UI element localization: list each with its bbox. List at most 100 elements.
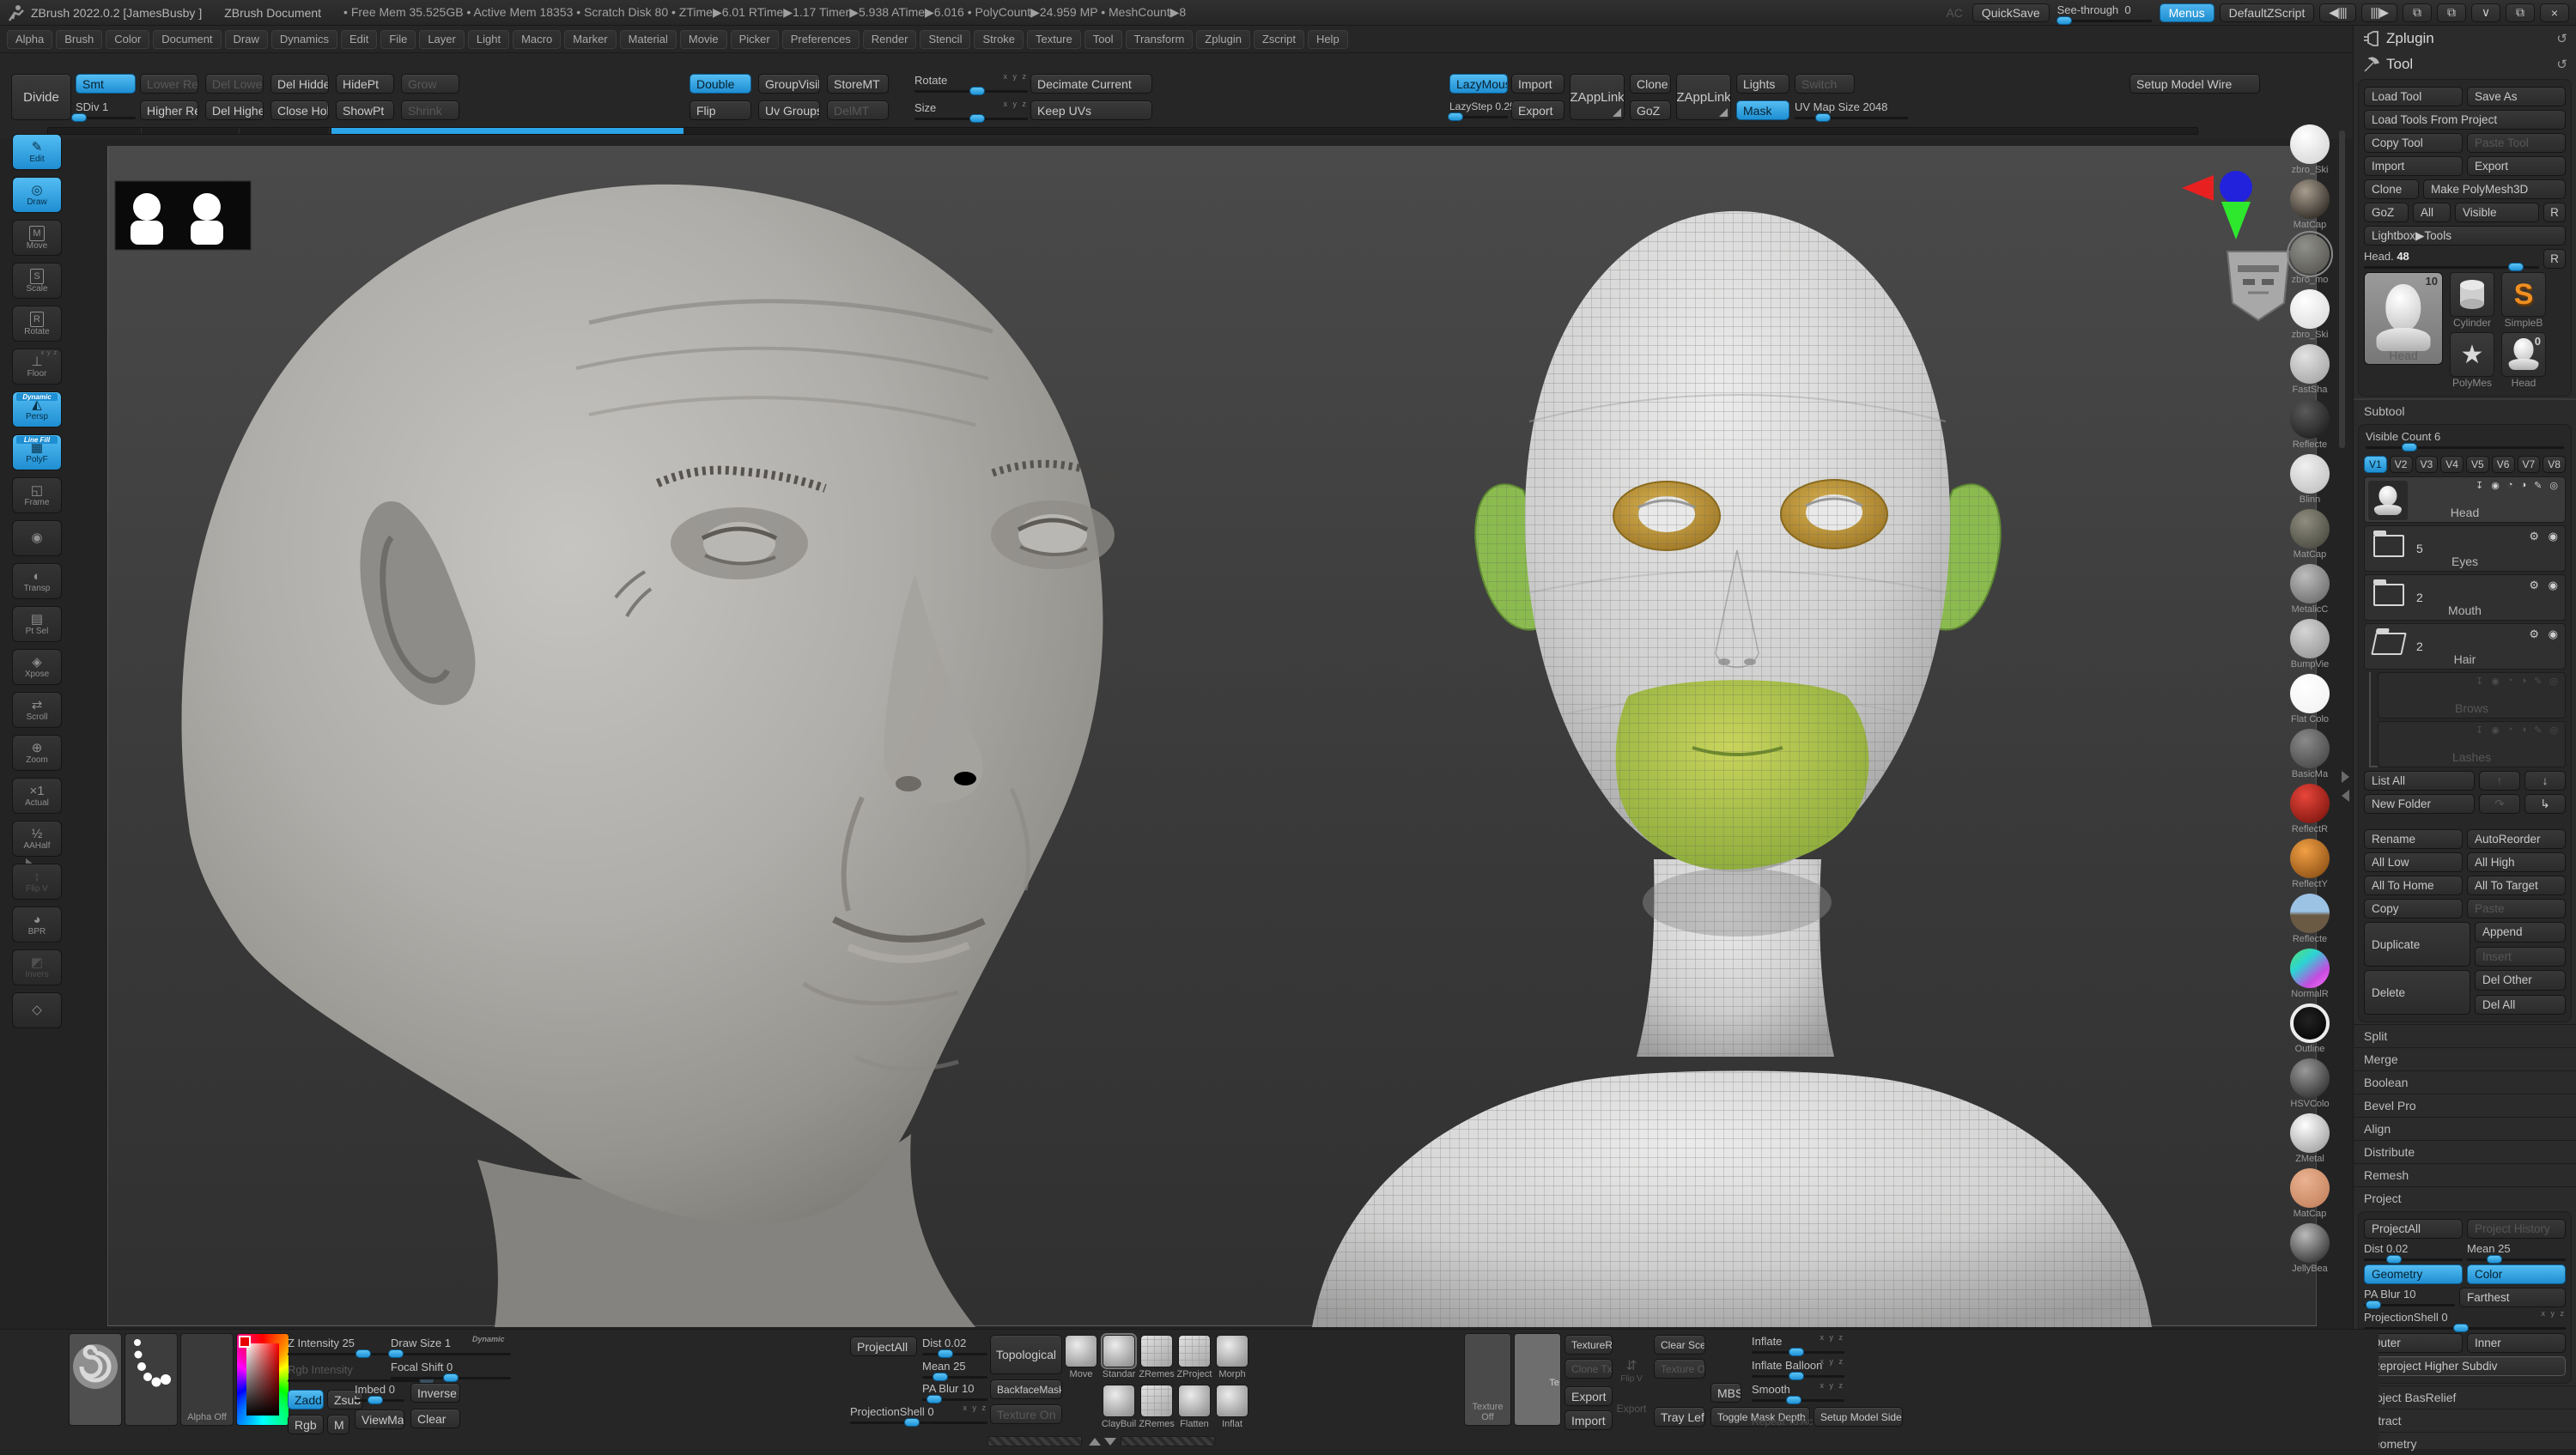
goz-all-button[interactable]: All [2413, 203, 2451, 222]
texture-on-dim-button[interactable]: Texture On [1654, 1359, 1705, 1379]
right-tray-open-arrow[interactable] [2342, 771, 2349, 783]
flip-v-icon[interactable]: ⇵ Flip V Export [1614, 1357, 1649, 1415]
dock-bpr-button[interactable]: ◕ BPR [12, 906, 62, 943]
smt-button[interactable]: Smt [76, 74, 136, 94]
append-button[interactable]: Append [2475, 922, 2566, 943]
material-swatch[interactable]: ReflectY [2284, 839, 2336, 889]
visibility-set-button[interactable]: V4 [2440, 456, 2464, 473]
gizmo-x-axis[interactable] [2182, 175, 2214, 201]
visible-count-slider[interactable]: Visible Count 6 [2366, 430, 2564, 452]
zapplink-button[interactable]: ZAppLink [1570, 74, 1625, 120]
menu-item[interactable]: Draw [224, 29, 268, 49]
dock-invers-button[interactable]: ◩ Invers [12, 949, 62, 985]
clear-scene-button[interactable]: Clear Scene [1654, 1335, 1705, 1355]
right-tray-close-arrow[interactable] [2342, 790, 2349, 802]
projectall-button[interactable]: ProjectAll [850, 1337, 917, 1356]
viewport[interactable] [108, 147, 2318, 1327]
project-section-header[interactable]: Project [2354, 1186, 2576, 1209]
toolbar-button[interactable]: Keep UVs [1030, 100, 1152, 120]
quick-brush[interactable]: ZRemes [1139, 1385, 1175, 1433]
panel-section-header[interactable]: Boolean [2354, 1070, 2576, 1094]
rgb-intensity-slider[interactable]: Rgb Intensity [288, 1363, 434, 1385]
reproject-higher-subdiv-button[interactable]: Reproject Higher Subdiv [2364, 1356, 2566, 1376]
polypaint-icon[interactable]: ◉ [2491, 480, 2500, 491]
load-tool-button[interactable]: Load Tool [2364, 87, 2463, 106]
gizmo-z-axis[interactable] [2220, 171, 2252, 203]
restore-button[interactable]: ⧉ [2506, 3, 2535, 22]
toolbar-button[interactable]: Uv Groups [758, 100, 820, 120]
material-swatch[interactable]: zbro_mo [2284, 231, 2336, 285]
dock-actual-button[interactable]: ×1 Actual [12, 778, 62, 814]
visibility-set-button[interactable]: V5 [2466, 456, 2489, 473]
material-swatch[interactable]: Flat Colo [2284, 674, 2336, 724]
visibility-set-button[interactable]: V2 [2389, 456, 2413, 473]
menu-item[interactable]: Tool [1084, 29, 1122, 49]
clear-button[interactable]: Clear [410, 1409, 460, 1428]
right-wireframe-head[interactable] [1302, 207, 2160, 1327]
inverse-button[interactable]: Inverse [410, 1383, 460, 1403]
material-swatch[interactable]: Reflecte [2284, 399, 2336, 450]
subtool-action-button[interactable]: All Low [2364, 852, 2463, 872]
toolbar-button[interactable]: Decimate Current [1030, 74, 1152, 94]
panel-section-header[interactable]: Align [2354, 1117, 2576, 1140]
zapplink-button-2[interactable]: ZAppLink [1676, 74, 1731, 120]
menu-item[interactable]: Texture [1027, 29, 1081, 49]
sv-square[interactable] [246, 1343, 279, 1416]
orientation-gizmo[interactable] [2182, 171, 2252, 239]
active-tool-thumbnail[interactable]: 10 Head [2364, 272, 2443, 365]
dock-xpose-button[interactable]: ◈ Xpose [12, 649, 62, 685]
lightbox-tools-button[interactable]: Lightbox▶Tools [2364, 226, 2566, 246]
toolbar-button[interactable]: DelMT [827, 100, 889, 120]
toolbar-button[interactable]: Higher Res [140, 100, 198, 120]
setup-model-wire-button[interactable]: Setup Model Wire [2129, 74, 2260, 94]
dock-transp-button[interactable]: ◐ Transp [12, 563, 62, 599]
toolbar-button[interactable]: Mask [1736, 100, 1789, 120]
left-sculpt-head[interactable] [181, 184, 1120, 1327]
tray-left-button[interactable]: Tray Left [1654, 1407, 1705, 1427]
toolbar-button[interactable]: Double [690, 74, 751, 94]
zadd-button[interactable]: Zadd [288, 1390, 324, 1410]
toolbar-button[interactable]: GroupVisible [758, 74, 820, 94]
mbs-button[interactable]: MBS [1710, 1383, 1741, 1403]
save-as-button[interactable]: Save As [2467, 87, 2566, 106]
make-polymesh3d-button[interactable]: Make PolyMesh3D [2423, 179, 2566, 199]
toolbar-button[interactable]: StoreMT [827, 74, 889, 94]
uv-icon[interactable]: ◔ [2507, 480, 2513, 491]
toolbar-button[interactable]: Del Higher [205, 100, 264, 120]
toolbar-button[interactable]: Clone [1630, 74, 1671, 94]
current-brush-thumbnail[interactable]: Standard [69, 1333, 166, 1426]
subtool-item-hidden[interactable]: ↧ ◉ ◔ ◑ ✎ ◎ Brows [2378, 672, 2566, 718]
z-intensity-slider[interactable]: Z Intensity 25 [288, 1337, 434, 1358]
setup-model-side-button[interactable]: Setup Model Side [1814, 1407, 1903, 1427]
material-swatch[interactable]: BumpVie [2284, 619, 2336, 670]
visibility-set-button[interactable]: V3 [2415, 456, 2439, 473]
rotate-slider[interactable]: Rotate x y z [914, 72, 1028, 95]
del-all-button[interactable]: Del All [2475, 994, 2566, 1015]
gear-icon[interactable]: ⚙ [2529, 530, 2539, 543]
material-swatch[interactable]: Reflecte [2284, 894, 2336, 944]
toolbar-button[interactable]: Lights [1736, 74, 1789, 94]
quick-brush[interactable]: Move [1065, 1335, 1099, 1383]
toolbar-button[interactable]: GoZ [1630, 100, 1671, 120]
subtool-action-button[interactable]: Copy [2364, 899, 2463, 918]
dock-aahalf-button[interactable]: ½ AAHalf [12, 821, 62, 857]
menu-item[interactable]: Picker [730, 29, 779, 49]
shelf-scroll-up-icon[interactable] [1089, 1438, 1101, 1446]
panel-section-header[interactable]: Extract [2354, 1409, 2576, 1432]
visibility-set-button[interactable]: V6 [2491, 456, 2515, 473]
inner-button[interactable]: Inner [2467, 1333, 2566, 1353]
panel-section-header[interactable]: Remesh [2354, 1163, 2576, 1186]
contrast-icon[interactable]: ◑ [2521, 480, 2527, 491]
texture-on-button[interactable]: Texture On [990, 1404, 1062, 1424]
material-scrollbar[interactable] [2339, 130, 2345, 448]
visibility-set-button[interactable]: V8 [2543, 456, 2566, 473]
material-swatch[interactable]: ReflectR [2284, 784, 2336, 834]
subtool-folder[interactable]: 2 ⚙ ◉ Mouth [2364, 574, 2566, 621]
shelf-scrollbar-right[interactable] [1121, 1436, 1215, 1446]
close-button[interactable]: × [2540, 3, 2569, 22]
topological-button[interactable]: Topological [990, 1335, 1062, 1374]
tool-cylinder-thumbnail[interactable] [2450, 272, 2494, 317]
material-swatch[interactable]: MetalicC [2284, 564, 2336, 615]
toolbar-button[interactable]: Export [1511, 100, 1564, 120]
dock-draw-button[interactable]: ◎ Draw [12, 177, 62, 213]
